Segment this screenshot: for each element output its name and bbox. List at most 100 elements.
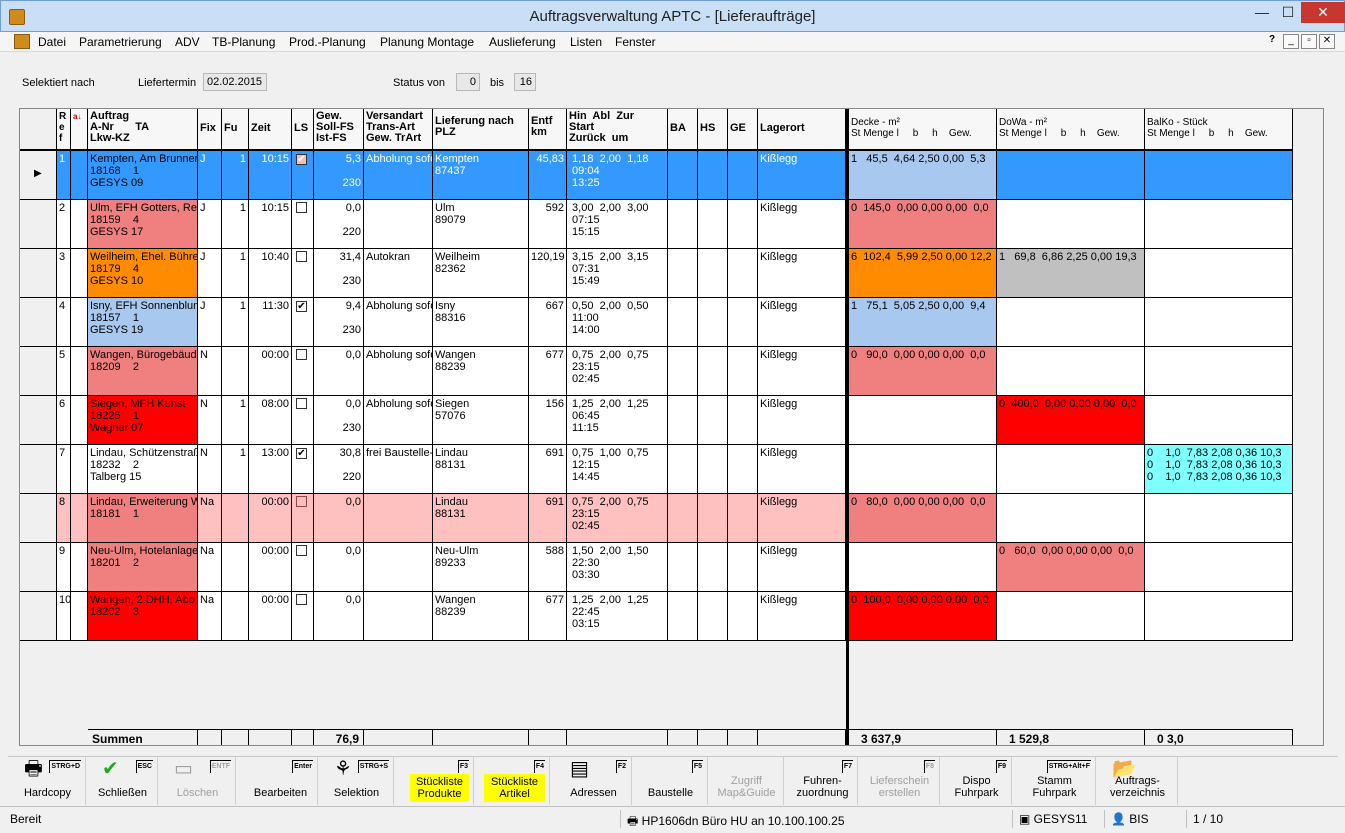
row-indicator[interactable] [20,396,57,445]
status-from-field[interactable]: 0 [456,73,480,91]
table-row[interactable]: ▶ 1 Kempten, Am Brunner 18168 1 GESYS 09 J 1… [20,151,1323,200]
mdi-close-button[interactable]: ✕ [1319,34,1335,49]
cell-ls[interactable] [292,200,314,249]
cell-sortc[interactable] [71,151,88,200]
col-gew[interactable]: Gew. Soll-FS Ist-FS [314,109,364,151]
cell-lief[interactable]: Weilheim 82362 [433,249,529,298]
menu-tb-planung[interactable]: TB-Planung [212,35,275,49]
table-row[interactable]: 3 Weilheim, Ehel. Bühre 18179 4 GESYS 10 J… [20,249,1323,298]
cell-zeit[interactable]: 00:00 [249,592,292,641]
toolbar-button-8[interactable]: F5 Baustelle [634,757,708,805]
cell-versand[interactable]: Autokran [364,249,433,298]
row-indicator[interactable] [20,249,57,298]
table-row[interactable]: 10 Wangen, 2.DHH, Abo 18202 3 Na 00:00 0,0 Wa… [20,592,1323,641]
cell-fix[interactable]: N [198,445,222,494]
cell-lager[interactable]: Kißlegg [758,494,846,543]
ls-checkbox[interactable]: ✔ [296,154,307,165]
col-hin[interactable]: Hin Abl Zur Start Zurück um [567,109,668,151]
cell-ba[interactable] [668,298,698,347]
menu-prod-planung[interactable]: Prod.-Planung [289,35,366,49]
cell-zeit[interactable]: 00:00 [249,543,292,592]
cell-balko[interactable] [1145,494,1293,543]
cell-versand[interactable]: frei Baustelle-S [364,445,433,494]
cell-hs[interactable] [698,396,728,445]
row-indicator[interactable] [20,494,57,543]
cell-gew[interactable]: 0,0 [314,592,364,641]
mdi-restore-button[interactable]: ▫ [1301,34,1317,49]
cell-hs[interactable] [698,249,728,298]
cell-sortc[interactable] [71,249,88,298]
toolbar-button-13[interactable]: STRG+Alt+F Stamm Fuhrpark [1014,757,1096,805]
cell-entf[interactable]: 156 [529,396,567,445]
cell-dowa[interactable] [997,494,1145,543]
ls-checkbox[interactable] [296,594,307,605]
status-to-field[interactable]: 16 [514,73,536,91]
cell-balko[interactable] [1145,396,1293,445]
cell-dowa[interactable]: 0 60,0 0,00 0,00 0,00 0,0 [997,543,1145,592]
cell-versand[interactable] [364,543,433,592]
cell-sortc[interactable] [71,445,88,494]
cell-lager[interactable]: Kißlegg [758,396,846,445]
cell-entf[interactable]: 677 [529,347,567,396]
cell-versand[interactable]: Abholung sofo [364,298,433,347]
cell-fu[interactable]: 1 [222,151,249,200]
cell-lager[interactable]: Kißlegg [758,249,846,298]
table-row[interactable]: 4 Isny, EFH Sonnenblun 18157 1 GESYS 19 J 1… [20,298,1323,347]
help-button[interactable]: ? [1264,34,1280,49]
table-row[interactable]: 8 Lindau, Erweiterung W 18181 1Na 00:00 0,0… [20,494,1323,543]
close-button[interactable]: ✕ [1301,2,1345,23]
ls-checkbox[interactable] [296,398,307,409]
cell-gew[interactable]: 0,0 230 [314,396,364,445]
cell-decke[interactable]: 1 45,5 4,64 2,50 0,00 5,3 [849,151,997,200]
cell-hs[interactable] [698,592,728,641]
col-ls[interactable]: LS [292,109,314,151]
cell-ls[interactable] [292,249,314,298]
cell-gew[interactable]: 0,0 [314,494,364,543]
toolbar-button-7[interactable]: F2 ▤ Adressen [556,757,632,805]
cell-ge[interactable] [728,396,758,445]
cell-fu[interactable] [222,347,249,396]
cell-ge[interactable] [728,543,758,592]
cell-dowa[interactable] [997,592,1145,641]
cell-fix[interactable]: J [198,298,222,347]
ls-checkbox[interactable] [296,202,307,213]
toolbar-button-9[interactable]: Zugriff Map&Guide [710,757,784,805]
ls-checkbox[interactable] [296,349,307,360]
menu-adv[interactable]: ADV [175,35,200,49]
cell-ba[interactable] [668,445,698,494]
cell-versand[interactable]: Abholung sofo [364,347,433,396]
toolbar-button-10[interactable]: F7 Fuhren- zuordnung [788,757,858,805]
cell-fix[interactable]: N [198,347,222,396]
cell-sortc[interactable] [71,396,88,445]
cell-auftrag[interactable]: Kempten, Am Brunner 18168 1 GESYS 09 [88,151,198,200]
cell-ls[interactable] [292,543,314,592]
cell-fix[interactable]: Na [198,543,222,592]
cell-lager[interactable]: Kißlegg [758,543,846,592]
cell-decke[interactable] [849,445,997,494]
menu-datei[interactable]: Datei [38,35,66,49]
cell-lief[interactable]: Ulm 89079 [433,200,529,249]
cell-ref[interactable]: 2 [57,200,71,249]
cell-balko[interactable] [1145,347,1293,396]
cell-ge[interactable] [728,151,758,200]
cell-lager[interactable]: Kißlegg [758,298,846,347]
cell-balko[interactable] [1145,200,1293,249]
ls-checkbox[interactable]: ✔ [296,448,307,459]
cell-hs[interactable] [698,494,728,543]
cell-ref[interactable]: 6 [57,396,71,445]
cell-zeit[interactable]: 10:40 [249,249,292,298]
table-row[interactable]: 2 Ulm, EFH Gotters, Rei 18159 4 GESYS 17 J… [20,200,1323,249]
table-row[interactable]: 9 Neu-Ulm, Hotelanlage 18201 2 Na 00:00 0,0 N… [20,543,1323,592]
cell-decke[interactable]: 0 90,0 0,00 0,00 0,00 0,0 [849,347,997,396]
cell-gew[interactable]: 9,4 230 [314,298,364,347]
ls-checkbox[interactable] [296,496,307,507]
row-indicator[interactable] [20,200,57,249]
cell-ba[interactable] [668,396,698,445]
cell-ba[interactable] [668,249,698,298]
cell-hin[interactable]: 1,25 2,00 1,25 06:45 11:15 [567,396,668,445]
cell-ge[interactable] [728,298,758,347]
cell-decke[interactable] [849,543,997,592]
cell-lief[interactable]: Lindau 88131 [433,445,529,494]
row-indicator[interactable] [20,347,57,396]
cell-hs[interactable] [698,200,728,249]
